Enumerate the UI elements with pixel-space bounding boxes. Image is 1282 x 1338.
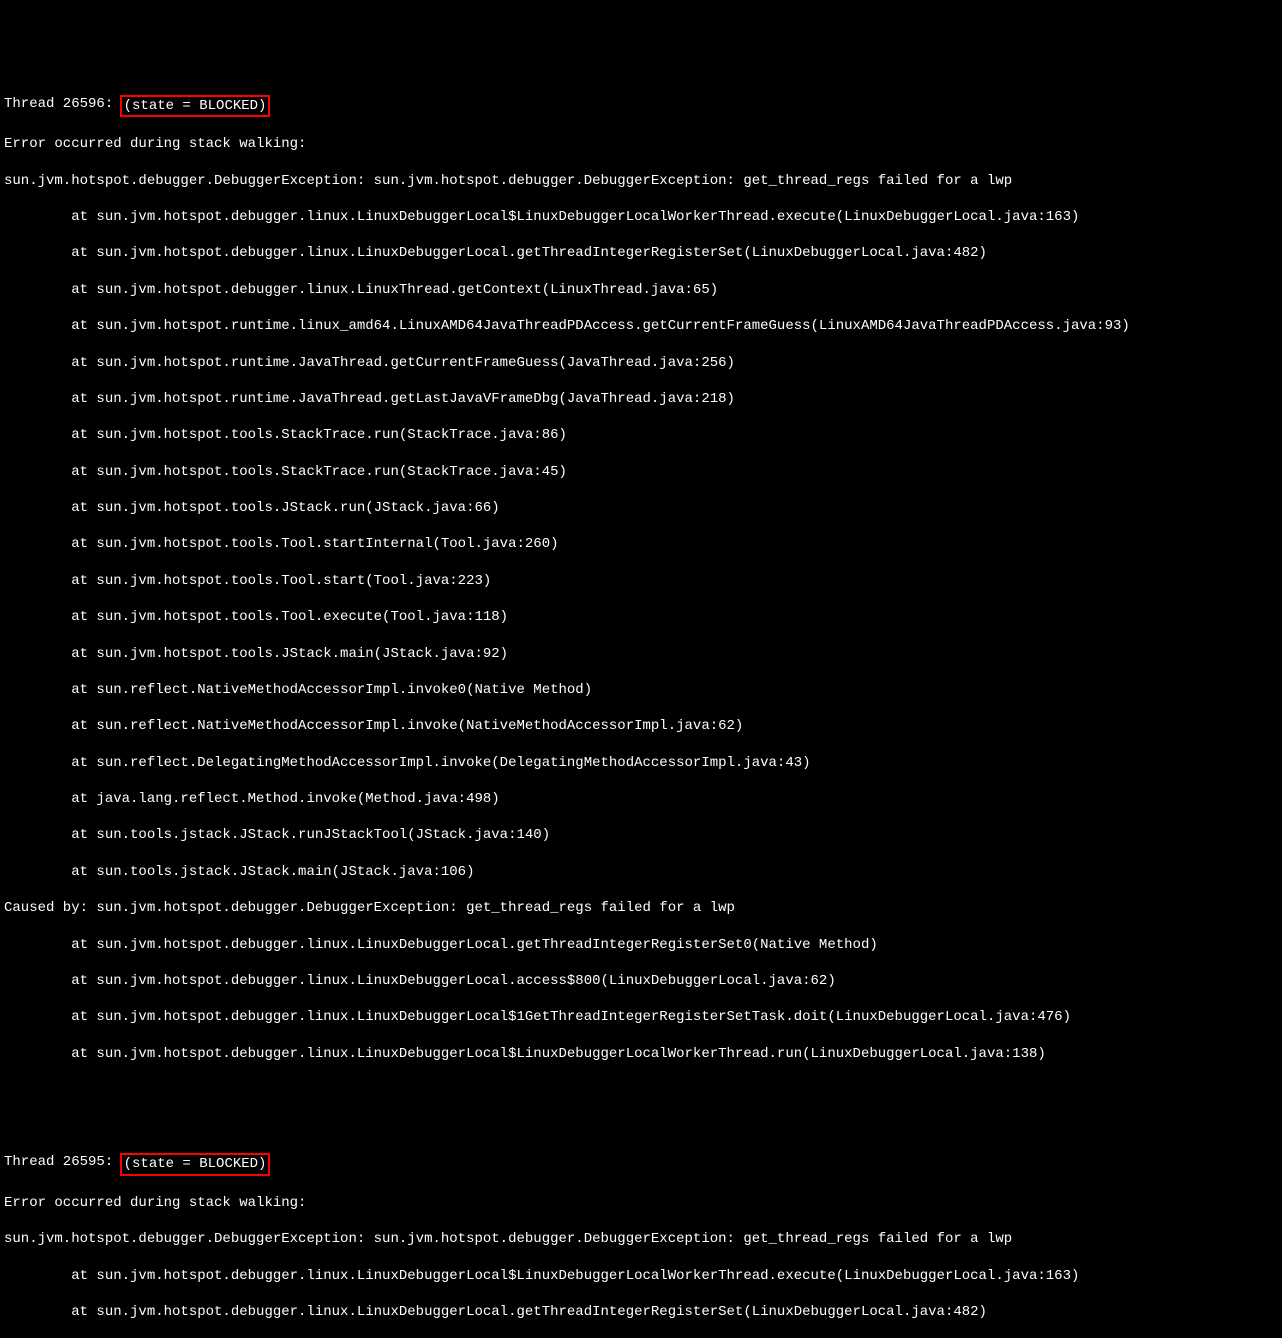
stack-frame: at sun.jvm.hotspot.debugger.linux.LinuxD…	[4, 208, 1278, 226]
thread-header-1: Thread 26596: (state = BLOCKED)	[4, 95, 1278, 117]
stack-frame: at sun.jvm.hotspot.tools.Tool.startInter…	[4, 535, 1278, 553]
stack-frame: at sun.jvm.hotspot.tools.JStack.main(JSt…	[4, 645, 1278, 663]
thread-id-1: Thread 26596:	[4, 95, 122, 113]
stack-frame: at sun.jvm.hotspot.debugger.linux.LinuxD…	[4, 1045, 1278, 1063]
stack-frame: at sun.jvm.hotspot.tools.Tool.start(Tool…	[4, 572, 1278, 590]
stack-frame: at sun.jvm.hotspot.debugger.linux.LinuxD…	[4, 1267, 1278, 1285]
stack-frame: at sun.reflect.NativeMethodAccessorImpl.…	[4, 717, 1278, 735]
stack-frame: at sun.jvm.hotspot.debugger.linux.LinuxD…	[4, 1303, 1278, 1321]
blank-line	[4, 1081, 1278, 1099]
thread-id-2: Thread 26595:	[4, 1153, 122, 1171]
stack-frame: at sun.reflect.NativeMethodAccessorImpl.…	[4, 681, 1278, 699]
stack-frame: at sun.jvm.hotspot.tools.StackTrace.run(…	[4, 426, 1278, 444]
stack-frame: at sun.jvm.hotspot.debugger.linux.LinuxD…	[4, 972, 1278, 990]
stack-frame: at sun.jvm.hotspot.debugger.linux.LinuxT…	[4, 281, 1278, 299]
exception-line-2: sun.jvm.hotspot.debugger.DebuggerExcepti…	[4, 1230, 1278, 1248]
blank-line	[4, 1117, 1278, 1135]
terminal-output: Thread 26596: (state = BLOCKED) Error oc…	[4, 77, 1278, 1338]
stack-frame: at sun.jvm.hotspot.debugger.linux.LinuxD…	[4, 936, 1278, 954]
stack-frame: at sun.jvm.hotspot.runtime.linux_amd64.L…	[4, 317, 1278, 335]
error-message-1: Error occurred during stack walking:	[4, 135, 1278, 153]
stack-frame: at sun.jvm.hotspot.debugger.linux.LinuxD…	[4, 244, 1278, 262]
thread-state-highlight-1: (state = BLOCKED)	[120, 95, 271, 117]
stack-frame: at sun.jvm.hotspot.runtime.JavaThread.ge…	[4, 354, 1278, 372]
stack-frame: at sun.jvm.hotspot.tools.JStack.run(JSta…	[4, 499, 1278, 517]
caused-by-1: Caused by: sun.jvm.hotspot.debugger.Debu…	[4, 899, 1278, 917]
error-message-2: Error occurred during stack walking:	[4, 1194, 1278, 1212]
stack-frame: at sun.jvm.hotspot.runtime.JavaThread.ge…	[4, 390, 1278, 408]
stack-frame: at sun.jvm.hotspot.debugger.linux.LinuxD…	[4, 1008, 1278, 1026]
thread-header-2: Thread 26595: (state = BLOCKED)	[4, 1153, 1278, 1175]
exception-line-1: sun.jvm.hotspot.debugger.DebuggerExcepti…	[4, 172, 1278, 190]
stack-frame: at sun.reflect.DelegatingMethodAccessorI…	[4, 754, 1278, 772]
stack-frame: at sun.jvm.hotspot.tools.Tool.execute(To…	[4, 608, 1278, 626]
stack-frame: at java.lang.reflect.Method.invoke(Metho…	[4, 790, 1278, 808]
stack-frame: at sun.jvm.hotspot.tools.StackTrace.run(…	[4, 463, 1278, 481]
stack-frame: at sun.tools.jstack.JStack.runJStackTool…	[4, 826, 1278, 844]
thread-state-highlight-2: (state = BLOCKED)	[120, 1153, 271, 1175]
stack-frame: at sun.tools.jstack.JStack.main(JStack.j…	[4, 863, 1278, 881]
